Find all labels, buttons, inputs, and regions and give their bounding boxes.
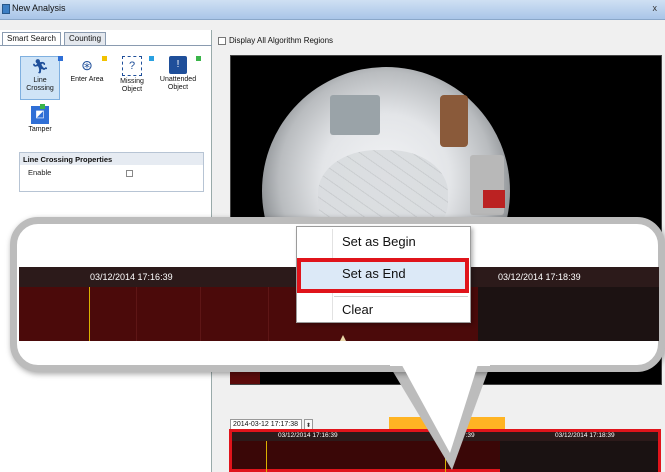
running-person-icon: 🏃︎ (31, 58, 49, 74)
bag-icon: ! (169, 56, 187, 74)
window-title: New Analysis (12, 3, 66, 13)
tool-label: Enter Area (70, 76, 104, 83)
bottom-timeline-label: 03/12/2014 17:18:39 (555, 432, 615, 439)
bottom-timeline-dark (500, 441, 658, 472)
tool-label: Unattended Object (159, 76, 197, 91)
menu-item-set-as-end[interactable]: Set as End (342, 266, 406, 281)
yellow-dot-icon (102, 56, 107, 61)
title-bar (0, 0, 665, 20)
walking-person-icon: ⊛ (81, 57, 93, 73)
green-dot-icon (40, 104, 45, 109)
timeline-tick (200, 287, 201, 341)
tool-label: Missing Object (120, 78, 144, 93)
display-all-checkbox[interactable] (218, 37, 226, 45)
timeline-tick (136, 287, 137, 341)
blue-dot-icon (58, 56, 63, 61)
menu-divider (334, 296, 468, 297)
tab-counting[interactable]: Counting (64, 32, 107, 45)
timeline-cursor[interactable] (340, 335, 346, 341)
callout-tail-fill (398, 358, 480, 453)
tool-enter-area[interactable]: ⊛ Enter Area (67, 56, 107, 100)
green-dot-icon (196, 56, 201, 61)
zoomed-timeline-label: 03/12/2014 17:18:39 (498, 272, 581, 282)
close-icon[interactable]: x (653, 3, 658, 13)
bottom-timeline-label: 03/12/2014 17:16:39 (278, 432, 338, 439)
fisheye-shelf (330, 95, 380, 135)
properties-header: Line Crossing Properties (20, 153, 203, 165)
menu-item-clear[interactable]: Clear (342, 302, 373, 317)
enable-checkbox[interactable] (126, 170, 133, 177)
bottom-timeline-mark (266, 441, 267, 472)
tool-line-crossing[interactable]: 🏃︎ Line Crossing (20, 56, 60, 100)
tool-missing-object[interactable]: ? Missing Object (112, 56, 152, 100)
callout-tail-cover (390, 352, 490, 366)
zoomed-timeline-label: 03/12/2014 17:16:39 (90, 272, 173, 282)
menu-item-set-as-begin[interactable]: Set as Begin (342, 234, 416, 249)
fisheye-red-object (483, 190, 505, 208)
display-all-label: Display All Algorithm Regions (229, 36, 334, 45)
fisheye-door (440, 95, 468, 147)
tool-tamper[interactable]: ◩ Tamper (20, 106, 60, 138)
tool-label: Line Crossing (26, 77, 54, 92)
question-box-icon: ? (122, 56, 142, 76)
timeline-mark (89, 287, 90, 341)
zoomed-timeline-dark (478, 287, 659, 341)
tool-label: Tamper (28, 126, 52, 133)
cyan-dot-icon (149, 56, 154, 61)
enable-row-label: Enable (28, 168, 52, 177)
tool-unattended-object[interactable]: ! Unattended Object (158, 56, 198, 100)
app-icon (2, 4, 10, 14)
timeline-tick (268, 287, 269, 341)
tab-divider (0, 45, 212, 46)
line-crossing-properties: Line Crossing Properties Enable (19, 152, 204, 192)
tab-smart-search[interactable]: Smart Search (2, 32, 61, 45)
